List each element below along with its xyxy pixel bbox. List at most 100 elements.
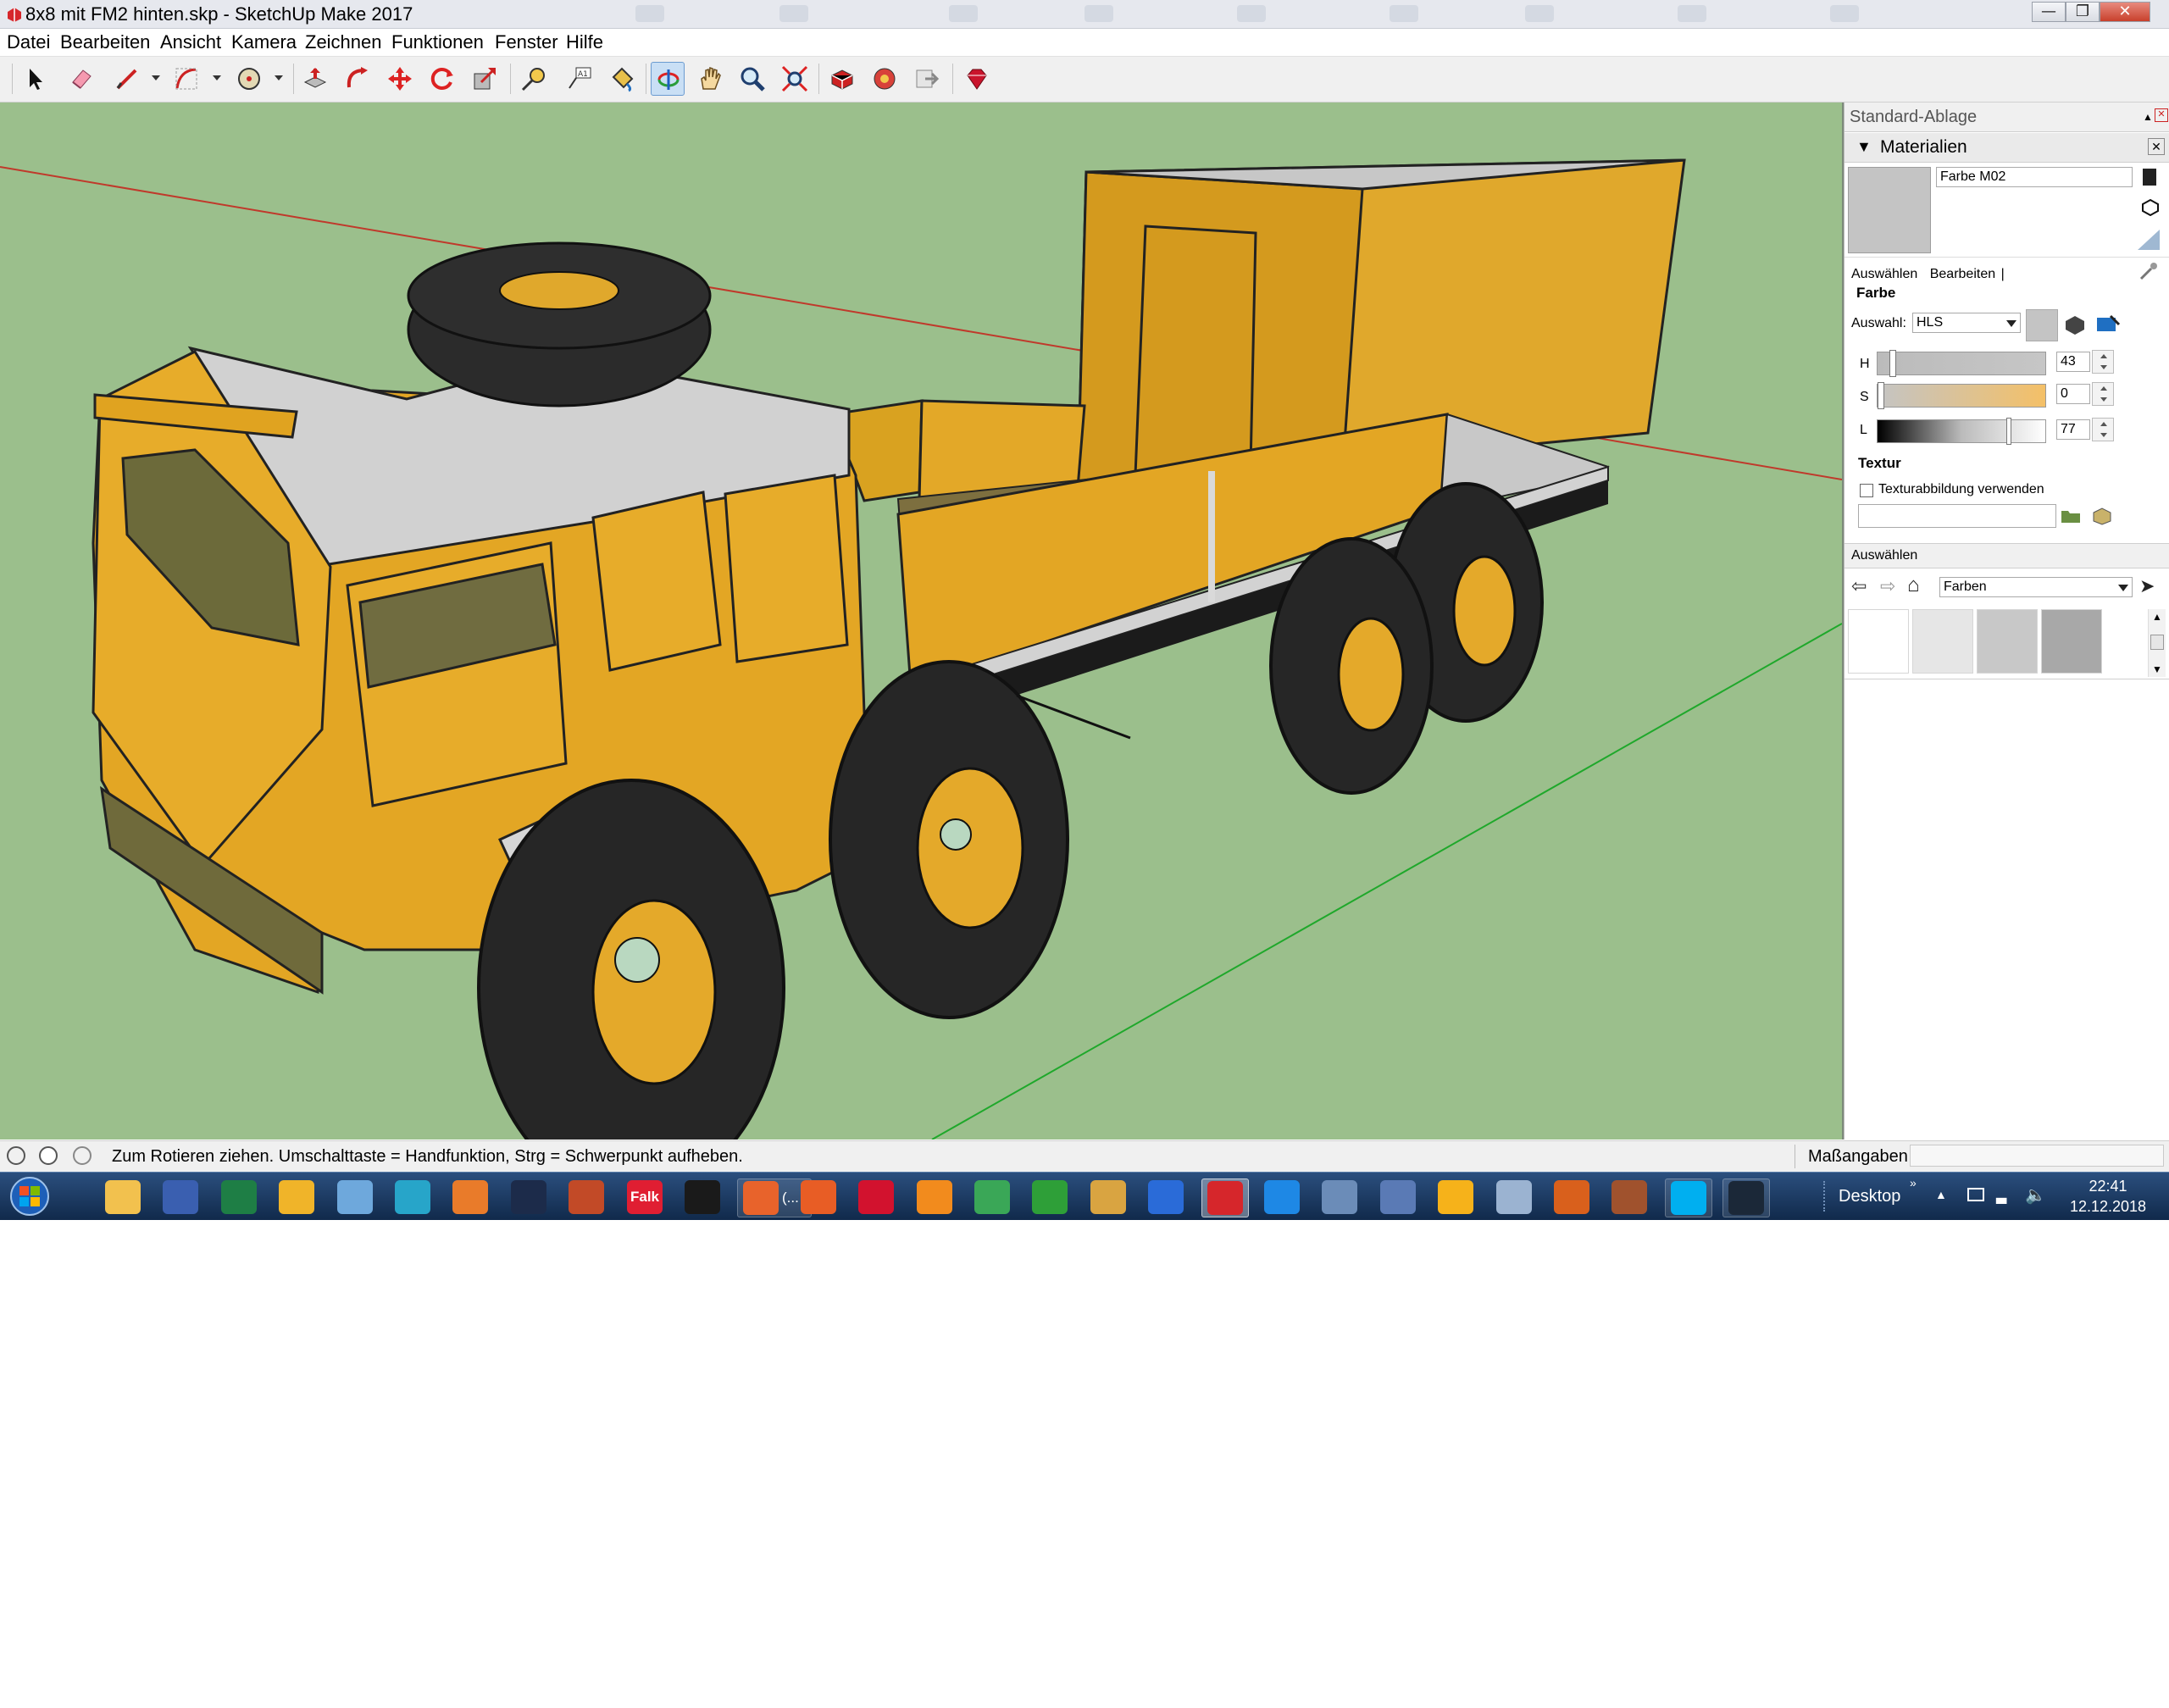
taskbar-item-viewer[interactable] [447,1178,493,1216]
texture-path-field[interactable] [1858,504,2056,528]
desktop-toolbar-label[interactable]: Desktop [1839,1187,1900,1206]
taskbar-item-dropbox[interactable] [1143,1178,1189,1216]
clock[interactable]: 22:41 12.12.2018 [2067,1176,2149,1217]
taskbar-item-game[interactable] [1549,1178,1595,1216]
tray-header[interactable]: Standard-Ablage ▲ ✕ [1844,103,2169,132]
hue-value-field[interactable]: 43 [2056,352,2090,372]
orbit-tool-icon[interactable] [651,62,685,96]
taskbar-item-steam[interactable] [1722,1178,1770,1217]
arc-tool-icon[interactable] [169,62,203,96]
volume-icon[interactable]: 🔈 [2025,1184,2046,1206]
toolbar-expand-icon[interactable]: » [1910,1176,1917,1190]
send-to-layout-icon[interactable] [910,62,944,96]
eraser-tool-icon[interactable] [64,62,98,96]
pin-icon[interactable]: ▲ [2143,111,2153,123]
zoom-tool-icon[interactable] [735,62,769,96]
close-tray-icon[interactable]: ✕ [2155,108,2168,122]
swatch-3[interactable] [1977,609,2038,674]
display-secondary-icon[interactable] [2143,169,2156,186]
menu-zeichnen[interactable]: Zeichnen [305,31,382,53]
taskbar-item-sketchup[interactable] [1201,1178,1249,1217]
saturation-slider[interactable] [1877,382,2046,409]
collapse-triangle-icon[interactable]: ▼ [1856,138,1872,156]
details-arrow-icon[interactable]: ➤ [2139,575,2155,597]
menu-hilfe[interactable]: Hilfe [566,31,603,53]
follow-me-tool-icon[interactable] [341,62,374,96]
swatch-1[interactable] [1848,609,1909,674]
edit-texture-icon[interactable] [2090,506,2114,526]
taskbar-item-chrome[interactable] [969,1178,1015,1216]
taskbar-item-opera[interactable] [853,1178,899,1216]
color-picker-select[interactable]: HLS [1912,313,2021,333]
saturation-value-field[interactable]: 0 [2056,384,2090,404]
credits-icon[interactable] [39,1146,58,1165]
rotate-tool-icon[interactable] [425,62,459,96]
taskbar-item-explorer[interactable] [100,1178,146,1216]
library-select[interactable]: Farben [1939,577,2133,597]
taskbar-item-sphere[interactable] [796,1178,841,1216]
taskbar-item-notes[interactable] [332,1178,378,1216]
forward-arrow-icon[interactable]: ⇨ [1880,575,1895,597]
paint-bucket-tool-icon[interactable] [605,62,639,96]
hue-slider-thumb[interactable] [1889,350,1896,377]
maximize-button[interactable]: ❐ [2066,2,2100,22]
close-button[interactable]: ✕ [2100,2,2150,22]
taskbar-item-globe[interactable] [390,1178,435,1216]
minimize-button[interactable]: — [2032,2,2066,22]
texture-checkbox[interactable] [1860,484,1873,497]
line-tool-icon[interactable] [110,62,144,96]
taskbar-item-falk[interactable]: Falk [622,1178,668,1216]
circle-tool-icon[interactable] [232,62,266,96]
taskbar-item-player[interactable] [912,1178,957,1216]
3d-warehouse-icon[interactable] [825,62,859,96]
saturation-slider-thumb[interactable] [1878,382,1884,409]
taskbar-item-save[interactable] [158,1178,203,1216]
create-material-icon[interactable] [2141,197,2160,217]
title-bar[interactable]: 8x8 mit FM2 hinten.skp - SketchUp Make 2… [0,0,2169,29]
network-icon[interactable] [1967,1188,1984,1201]
zoom-extents-tool-icon[interactable] [778,62,812,96]
swatch-scrollbar[interactable]: ▲ ▼ [2148,609,2166,677]
taskbar-item-puzzle[interactable] [1027,1178,1073,1216]
move-tool-icon[interactable] [383,62,417,96]
lightness-value-field[interactable]: 77 [2056,419,2090,440]
saturation-spinner[interactable] [2092,382,2114,406]
taskbar-item-avatar[interactable] [1606,1178,1652,1216]
material-name-field[interactable]: Farbe M02 [1936,167,2133,187]
extension-warehouse-icon[interactable] [868,62,901,96]
menu-bearbeiten[interactable]: Bearbeiten [60,31,150,53]
taskbar-item-excel[interactable] [216,1178,262,1216]
lightness-slider[interactable] [1877,418,2046,445]
lightness-spinner[interactable] [2092,418,2114,441]
taskbar-item-control-panel[interactable] [1375,1178,1421,1216]
select-tool-icon[interactable] [17,62,51,96]
hue-slider[interactable] [1877,350,2046,377]
taskbar-item-palette[interactable] [1085,1178,1131,1216]
back-arrow-icon[interactable]: ⇦ [1851,575,1867,597]
tab-bearbeiten[interactable]: Bearbeiten [1930,267,1995,281]
ruby-extension-icon[interactable] [959,62,993,96]
account-icon[interactable] [73,1146,92,1165]
taskbar-item-backup[interactable] [1491,1178,1537,1216]
measurements-field[interactable] [1910,1145,2164,1167]
swatch-4[interactable] [2041,609,2102,674]
close-panel-icon[interactable]: ✕ [2148,138,2165,155]
push-pull-tool-icon[interactable] [298,62,332,96]
text-tool-icon[interactable]: A1 [563,62,596,96]
menu-kamera[interactable]: Kamera [231,31,297,53]
tab-auswaehlen[interactable]: Auswählen [1851,267,1917,281]
taskbar-item-mailbird[interactable] [1433,1178,1478,1216]
tape-measure-tool-icon[interactable] [517,62,551,96]
pan-tool-icon[interactable] [693,62,727,96]
taskbar-item-media[interactable] [506,1178,552,1216]
hue-spinner[interactable] [2092,350,2114,374]
default-material-icon[interactable] [2136,228,2161,252]
show-hidden-icons-icon[interactable]: ▲ [1935,1188,1947,1201]
eyedropper-icon[interactable] [2138,260,2160,282]
menu-funktionen[interactable]: Funktionen [391,31,484,53]
signal-icon[interactable]: ▃ [1996,1188,2006,1205]
menu-ansicht[interactable]: Ansicht [160,31,221,53]
lightness-slider-thumb[interactable] [2006,418,2011,445]
taskbar-item-ie[interactable] [1259,1178,1305,1216]
taskbar-item-calculator[interactable] [1317,1178,1362,1216]
